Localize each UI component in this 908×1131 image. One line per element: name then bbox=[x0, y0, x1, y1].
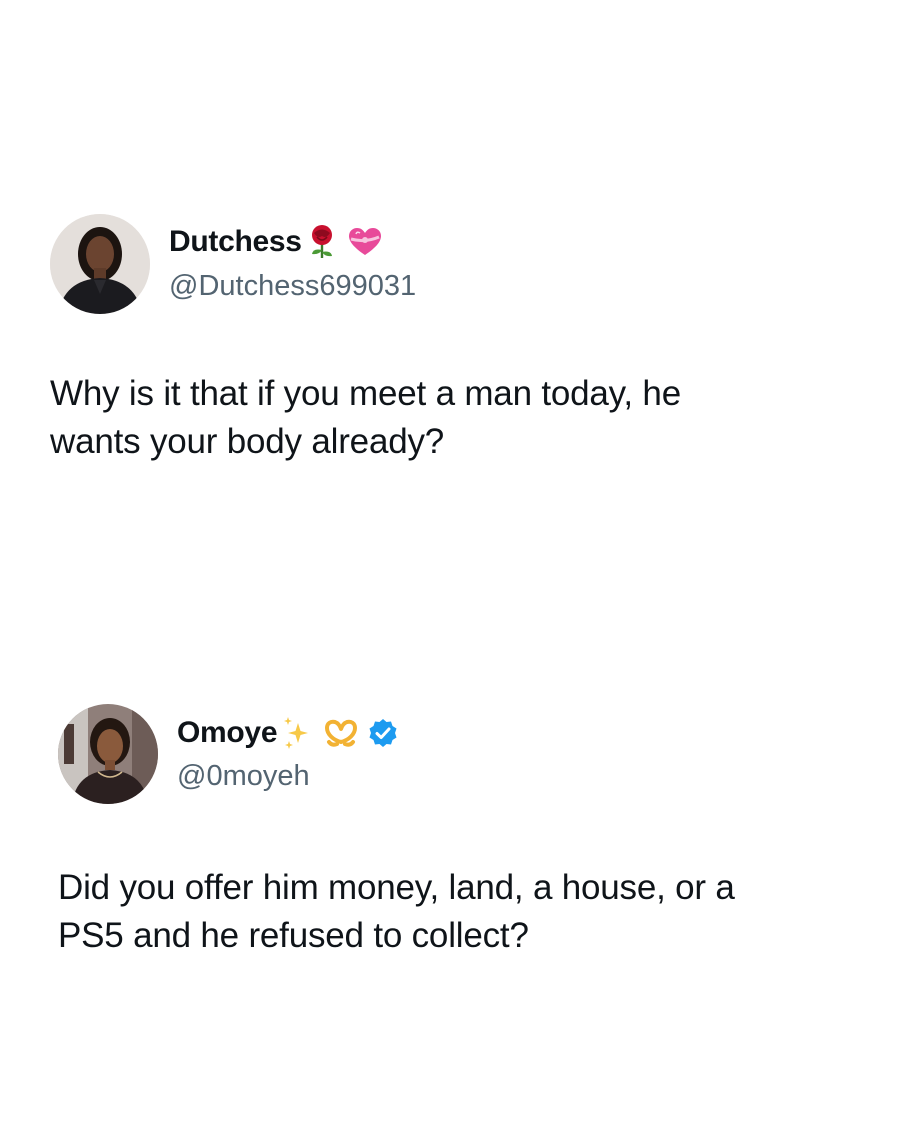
heart-hands-emoji bbox=[324, 718, 358, 748]
verified-badge-icon[interactable] bbox=[368, 718, 398, 748]
display-name[interactable]: Dutchess bbox=[169, 225, 302, 259]
name-row: Dutchess bbox=[169, 224, 383, 260]
tweet-text-line: wants your body already? bbox=[50, 422, 445, 461]
tweet-text-line: Did you offer him money, land, a house, … bbox=[58, 868, 735, 907]
heart-with-ribbon-emoji bbox=[347, 227, 383, 257]
sparkles-emoji bbox=[280, 715, 312, 751]
handle[interactable]: @0moyeh bbox=[177, 760, 310, 793]
tweet-text-line: PS5 and he refused to collect? bbox=[58, 916, 529, 955]
name-row: Omoye bbox=[177, 715, 398, 751]
rose-emoji bbox=[307, 224, 337, 260]
avatar[interactable] bbox=[58, 704, 158, 804]
tweet-text: Did you offer him money, land, a house, … bbox=[58, 864, 878, 960]
tweet-text-line: Why is it that if you meet a man today, … bbox=[50, 374, 681, 413]
avatar[interactable] bbox=[50, 214, 150, 314]
display-name[interactable]: Omoye bbox=[177, 716, 278, 750]
tweet-text: Why is it that if you meet a man today, … bbox=[50, 370, 870, 466]
handle[interactable]: @Dutchess699031 bbox=[169, 270, 416, 303]
